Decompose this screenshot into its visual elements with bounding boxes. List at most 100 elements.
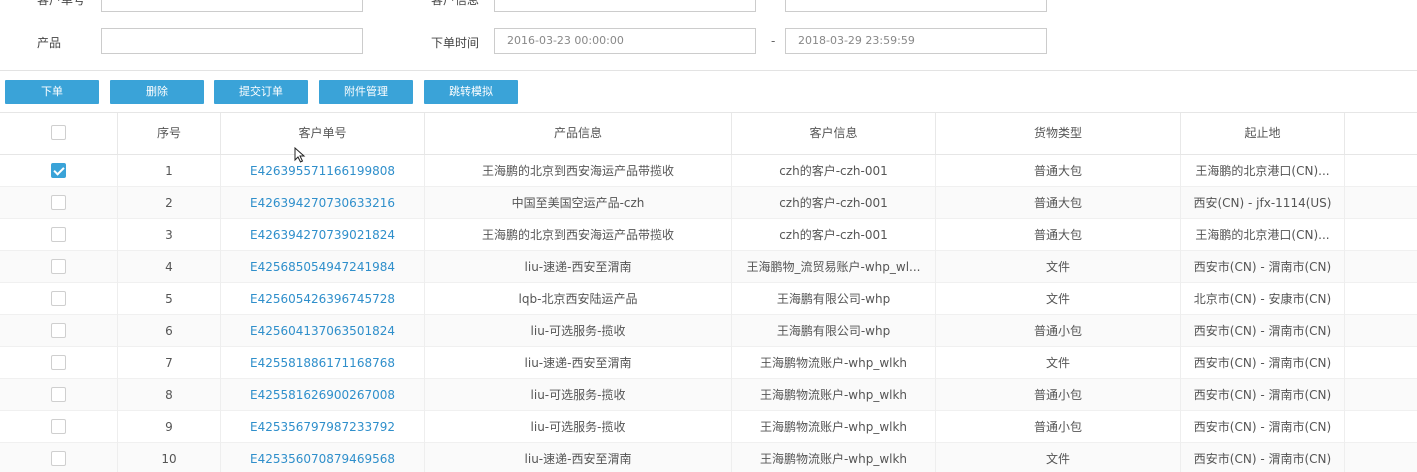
product-label: 产品	[37, 36, 62, 50]
row-customer: 王海鹏有限公司-whp	[732, 315, 936, 347]
row-route: 西安(CN) - jfx-1114(US)	[1181, 187, 1345, 219]
jump-simulate-button[interactable]: 跳转模拟	[424, 80, 518, 104]
row-checkbox[interactable]	[51, 355, 66, 370]
row-route: 西安市(CN) - 渭南市(CN)	[1181, 315, 1345, 347]
row-order-no-link[interactable]: E425685054947241984	[221, 251, 425, 283]
row-cargo-type: 普通小包	[936, 411, 1181, 443]
row-customer: 王海鹏物流账户-whp_wlkh	[732, 379, 936, 411]
orders-table: 序号 客户单号 产品信息 客户信息 货物类型 起止地 1 E42639557116…	[0, 112, 1417, 472]
row-customer: 王海鹏物流账户-whp_wlkh	[732, 443, 936, 472]
row-order-no-link[interactable]: E425356070879469568	[221, 443, 425, 472]
header-customer: 客户信息	[732, 113, 936, 154]
row-checkbox[interactable]	[51, 387, 66, 402]
row-cargo-type: 文件	[936, 347, 1181, 379]
order-time-start-input[interactable]: 2016-03-23 00:00:00	[494, 28, 756, 54]
row-select-cell	[0, 379, 118, 411]
row-order-no-link[interactable]: E425604137063501824	[221, 315, 425, 347]
row-product: liu-可选服务-揽收	[425, 379, 732, 411]
customer-order-no-input[interactable]	[101, 0, 363, 12]
delete-button[interactable]: 删除	[110, 80, 204, 104]
row-cargo-type: 普通大包	[936, 187, 1181, 219]
row-customer: 王海鹏物流账户-whp_wlkh	[732, 347, 936, 379]
row-checkbox[interactable]	[51, 163, 66, 178]
product-input[interactable]	[101, 28, 363, 54]
row-select-cell	[0, 443, 118, 472]
range-separator: -	[771, 34, 776, 48]
table-row[interactable]: 5 E425605426396745728 lqb-北京西安陆运产品 王海鹏有限公司-…	[0, 283, 1417, 315]
customer-order-no-label: 客户单号	[37, 0, 86, 7]
header-route: 起止地	[1181, 113, 1345, 154]
row-customer: 王海鹏物流账户-whp_wlkh	[732, 411, 936, 443]
customer-info-input[interactable]	[494, 0, 756, 12]
row-cargo-type: 文件	[936, 283, 1181, 315]
row-cargo-type: 普通大包	[936, 155, 1181, 187]
row-order-no-link[interactable]: E426394270739021824	[221, 219, 425, 251]
header-product: 产品信息	[425, 113, 732, 154]
row-route: 王海鹏的北京港口(CN)...	[1181, 219, 1345, 251]
table-row[interactable]: 4 E425685054947241984 liu-速递-西安至渭南 王海鹏物_流贸易…	[0, 251, 1417, 283]
attachment-manage-button[interactable]: 附件管理	[319, 80, 413, 104]
place-order-button[interactable]: 下单	[5, 80, 99, 104]
extra-filter-input[interactable]	[785, 0, 1047, 12]
row-cargo-type: 文件	[936, 251, 1181, 283]
row-checkbox[interactable]	[51, 291, 66, 306]
table-row[interactable]: 7 E425581886171168768 liu-速递-西安至渭南 王海鹏物流账户-…	[0, 347, 1417, 379]
row-customer: czh的客户-czh-001	[732, 187, 936, 219]
row-seq: 2	[118, 187, 221, 219]
row-product: lqb-北京西安陆运产品	[425, 283, 732, 315]
row-seq: 8	[118, 379, 221, 411]
toolbar: 下单 删除 提交订单 附件管理 跳转模拟	[0, 71, 1417, 112]
row-seq: 6	[118, 315, 221, 347]
table-row[interactable]: 10 E425356070879469568 liu-速递-西安至渭南 王海鹏物流账户…	[0, 443, 1417, 472]
table-row[interactable]: 1 E426395571166199808 王海鹏的北京到西安海运产品带揽收 czh的…	[0, 155, 1417, 187]
row-route: 西安市(CN) - 渭南市(CN)	[1181, 251, 1345, 283]
row-order-no-link[interactable]: E425581886171168768	[221, 347, 425, 379]
table-header: 序号 客户单号 产品信息 客户信息 货物类型 起止地	[0, 113, 1417, 155]
row-order-no-link[interactable]: E425605426396745728	[221, 283, 425, 315]
filter-panel: 客户单号 客户信息 产品 下单时间 2016-03-23 00:00:00 - …	[0, 0, 1417, 70]
row-order-no-link[interactable]: E426395571166199808	[221, 155, 425, 187]
row-customer: czh的客户-czh-001	[732, 219, 936, 251]
row-cargo-type: 普通小包	[936, 379, 1181, 411]
row-product: 王海鹏的北京到西安海运产品带揽收	[425, 155, 732, 187]
header-select-all[interactable]	[0, 113, 118, 154]
row-select-cell	[0, 283, 118, 315]
select-all-checkbox[interactable]	[51, 125, 66, 140]
row-route: 西安市(CN) - 渭南市(CN)	[1181, 443, 1345, 472]
row-cargo-type: 普通小包	[936, 315, 1181, 347]
row-order-no-link[interactable]: E425356797987233792	[221, 411, 425, 443]
row-product: liu-速递-西安至渭南	[425, 347, 732, 379]
row-checkbox[interactable]	[51, 323, 66, 338]
row-customer: 王海鹏有限公司-whp	[732, 283, 936, 315]
table-row[interactable]: 8 E425581626900267008 liu-可选服务-揽收 王海鹏物流账户-w…	[0, 379, 1417, 411]
header-seq: 序号	[118, 113, 221, 154]
row-select-cell	[0, 347, 118, 379]
row-checkbox[interactable]	[51, 259, 66, 274]
row-seq: 9	[118, 411, 221, 443]
table-row[interactable]: 3 E426394270739021824 王海鹏的北京到西安海运产品带揽收 czh的…	[0, 219, 1417, 251]
row-seq: 10	[118, 443, 221, 472]
row-order-no-link[interactable]: E425581626900267008	[221, 379, 425, 411]
row-seq: 7	[118, 347, 221, 379]
row-seq: 1	[118, 155, 221, 187]
header-cargo-type: 货物类型	[936, 113, 1181, 154]
order-time-end-input[interactable]: 2018-03-29 23:59:59	[785, 28, 1047, 54]
table-row[interactable]: 2 E426394270730633216 中国至美国空运产品-czh czh的客户-…	[0, 187, 1417, 219]
row-select-cell	[0, 219, 118, 251]
row-checkbox[interactable]	[51, 451, 66, 466]
row-select-cell	[0, 155, 118, 187]
row-route: 北京市(CN) - 安康市(CN)	[1181, 283, 1345, 315]
row-seq: 5	[118, 283, 221, 315]
row-checkbox[interactable]	[51, 195, 66, 210]
row-route: 西安市(CN) - 渭南市(CN)	[1181, 379, 1345, 411]
table-row[interactable]: 6 E425604137063501824 liu-可选服务-揽收 王海鹏有限公司-w…	[0, 315, 1417, 347]
row-route: 西安市(CN) - 渭南市(CN)	[1181, 347, 1345, 379]
submit-order-button[interactable]: 提交订单	[214, 80, 308, 104]
row-cargo-type: 文件	[936, 443, 1181, 472]
customer-info-label: 客户信息	[431, 0, 480, 7]
row-checkbox[interactable]	[51, 227, 66, 242]
table-row[interactable]: 9 E425356797987233792 liu-可选服务-揽收 王海鹏物流账户-w…	[0, 411, 1417, 443]
row-checkbox[interactable]	[51, 419, 66, 434]
row-order-no-link[interactable]: E426394270730633216	[221, 187, 425, 219]
row-select-cell	[0, 251, 118, 283]
